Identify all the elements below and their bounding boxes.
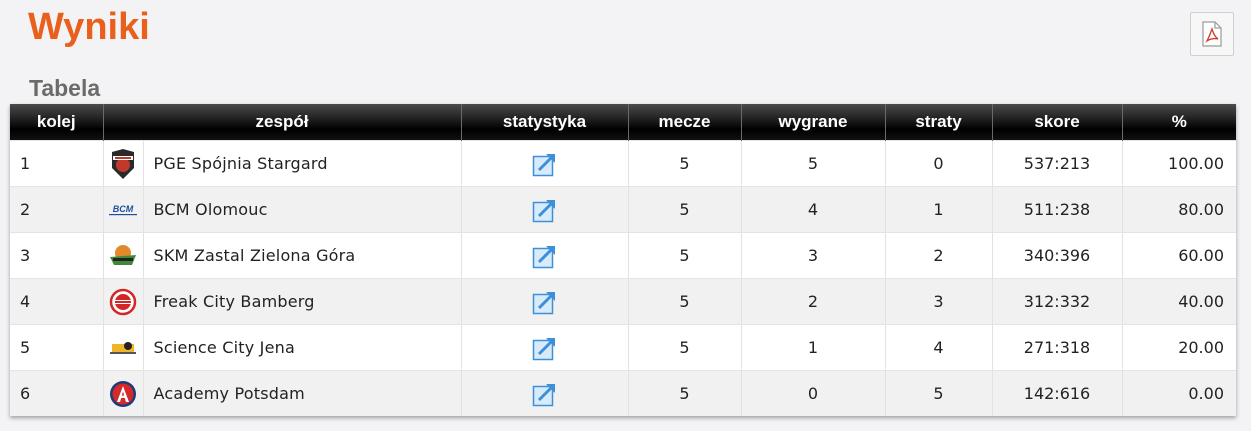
team-cell: Science City Jena <box>102 324 461 371</box>
rank-cell: 4 <box>10 278 103 325</box>
stats-cell <box>460 232 628 279</box>
team-logo <box>104 141 144 186</box>
team-name-link[interactable]: SKM Zastal Zielona Góra <box>154 246 356 265</box>
column-header-losses[interactable]: straty <box>884 104 992 141</box>
wins-cell: 3 <box>740 232 885 279</box>
external-link-icon[interactable] <box>532 151 558 177</box>
games-cell: 5 <box>627 232 741 279</box>
team-logo <box>104 325 144 370</box>
games-cell: 5 <box>627 324 741 371</box>
table-row: 3 SKM Zastal Zielona Góra 5 3 2 340:396 … <box>10 232 1236 279</box>
external-link-icon[interactable] <box>532 197 558 223</box>
score-cell: 312:332 <box>991 278 1122 325</box>
percent-cell: 80.00 <box>1121 186 1236 233</box>
team-name-link[interactable]: BCM Olomouc <box>154 200 268 219</box>
wins-cell: 2 <box>740 278 885 325</box>
team-name-link[interactable]: PGE Spójnia Stargard <box>154 154 328 173</box>
score-cell: 511:238 <box>991 186 1122 233</box>
losses-cell: 0 <box>884 140 992 187</box>
column-header-score[interactable]: skore <box>991 104 1122 141</box>
score-cell: 271:318 <box>991 324 1122 371</box>
percent-cell: 100.00 <box>1121 140 1236 187</box>
wins-cell: 5 <box>740 140 885 187</box>
percent-cell: 0.00 <box>1121 370 1236 416</box>
table-row: 1 PGE Spójnia Stargard 5 5 0 537:213 100… <box>10 140 1236 187</box>
rank-cell: 1 <box>10 140 103 187</box>
zastal-logo-icon <box>110 244 136 265</box>
table-row: 6 Academy Potsdam 5 0 5 142:616 0.00 <box>10 370 1236 416</box>
rank-cell: 3 <box>10 232 103 279</box>
games-cell: 5 <box>627 370 741 416</box>
wins-cell: 4 <box>740 186 885 233</box>
percent-cell: 60.00 <box>1121 232 1236 279</box>
column-header-rank[interactable]: kolej <box>10 104 103 141</box>
wins-cell: 0 <box>740 370 885 416</box>
table-row: 2 BCM BCM Olomouc 5 4 1 511:238 80.00 <box>10 186 1236 233</box>
team-cell: PGE Spójnia Stargard <box>102 140 461 187</box>
standings-table: kolej zespół statystyka mecze wygrane st… <box>10 104 1236 416</box>
external-link-icon[interactable] <box>532 243 558 269</box>
science-city-logo-icon <box>110 341 136 354</box>
stats-cell <box>460 324 628 371</box>
external-link-icon[interactable] <box>532 381 558 407</box>
column-header-stats[interactable]: statystyka <box>460 104 628 141</box>
score-cell: 142:616 <box>991 370 1122 416</box>
bcm-logo-icon: BCM <box>109 204 137 215</box>
external-link-icon[interactable] <box>532 335 558 361</box>
team-logo <box>104 371 144 416</box>
team-name-link[interactable]: Freak City Bamberg <box>154 292 315 311</box>
table-row: 5 Science City Jena 5 1 4 271:318 20.00 <box>10 324 1236 371</box>
rank-cell: 6 <box>10 370 103 416</box>
percent-cell: 40.00 <box>1121 278 1236 325</box>
column-header-percent[interactable]: % <box>1121 104 1236 141</box>
losses-cell: 2 <box>884 232 992 279</box>
team-logo <box>104 279 144 324</box>
stats-cell <box>460 140 628 187</box>
page-title: Wyniki <box>28 6 150 48</box>
svg-text:BCM: BCM <box>113 204 134 214</box>
table-header-row: kolej zespół statystyka mecze wygrane st… <box>10 104 1236 141</box>
games-cell: 5 <box>627 140 741 187</box>
rank-cell: 2 <box>10 186 103 233</box>
team-cell: Academy Potsdam <box>102 370 461 416</box>
column-header-wins[interactable]: wygrane <box>740 104 885 141</box>
column-header-team[interactable]: zespół <box>102 104 461 141</box>
pdf-export-button[interactable] <box>1190 12 1234 56</box>
score-cell: 537:213 <box>991 140 1122 187</box>
pdf-icon <box>1202 21 1222 47</box>
academy-potsdam-logo-icon <box>110 380 136 407</box>
team-logo: BCM <box>104 187 144 232</box>
games-cell: 5 <box>627 278 741 325</box>
percent-cell: 20.00 <box>1121 324 1236 371</box>
team-name-link[interactable]: Academy Potsdam <box>154 384 305 403</box>
section-title: Tabela <box>29 75 101 101</box>
losses-cell: 1 <box>884 186 992 233</box>
external-link-icon[interactable] <box>532 289 558 315</box>
team-cell: SKM Zastal Zielona Góra <box>102 232 461 279</box>
losses-cell: 5 <box>884 370 992 416</box>
games-cell: 5 <box>627 186 741 233</box>
team-cell: Freak City Bamberg <box>102 278 461 325</box>
table-row: 4 Freak City Bamberg 5 2 3 312:332 40.00 <box>10 278 1236 325</box>
stats-cell <box>460 186 628 233</box>
score-cell: 340:396 <box>991 232 1122 279</box>
losses-cell: 3 <box>884 278 992 325</box>
team-cell: BCM BCM Olomouc <box>102 186 461 233</box>
stats-cell <box>460 370 628 416</box>
freak-city-logo-icon <box>109 288 137 315</box>
rank-cell: 5 <box>10 324 103 371</box>
spojnia-logo-icon <box>112 148 134 179</box>
column-header-games[interactable]: mecze <box>627 104 741 141</box>
team-logo <box>104 233 144 278</box>
losses-cell: 4 <box>884 324 992 371</box>
stats-cell <box>460 278 628 325</box>
team-name-link[interactable]: Science City Jena <box>154 338 295 357</box>
wins-cell: 1 <box>740 324 885 371</box>
